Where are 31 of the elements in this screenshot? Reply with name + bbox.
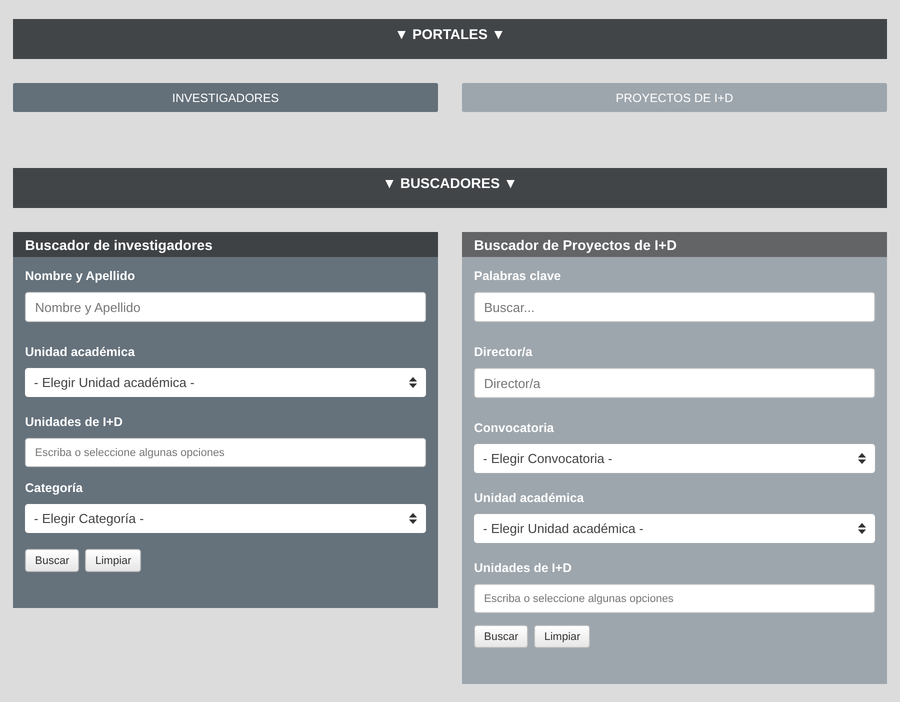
section-header: ▼ PORTALES ▼: [13, 19, 887, 59]
field-label: Unidades de I+D: [25, 415, 124, 429]
field-label: Director/a: [474, 345, 534, 359]
select-field[interactable]: - Elegir Unidad académica -: [474, 514, 875, 543]
sort-icon: [858, 453, 866, 464]
field-label: Convocatoria: [474, 421, 555, 435]
section-header: ▼ BUSCADORES ▼: [13, 168, 887, 208]
field-label: Nombre y Apellido: [25, 269, 136, 283]
input-field[interactable]: Buscar...: [474, 292, 875, 322]
select-field[interactable]: - Elegir Categoría -: [25, 504, 426, 533]
input-field[interactable]: Escriba o seleccione algunas opciones: [474, 584, 875, 613]
sort-icon: [858, 523, 866, 534]
input-field[interactable]: Escriba o seleccione algunas opciones: [25, 438, 426, 467]
field-label: Unidad académica: [25, 345, 136, 359]
select-field[interactable]: - Elegir Unidad académica -: [25, 368, 426, 397]
action-button[interactable]: Buscar: [25, 549, 80, 572]
field-label: Unidad académica: [474, 491, 585, 505]
select-field[interactable]: - Elegir Convocatoria -: [474, 444, 875, 473]
action-button[interactable]: Limpiar: [534, 625, 590, 648]
action-button[interactable]: Limpiar: [85, 549, 142, 572]
panel-title: Buscador de Proyectos de I+D: [462, 232, 887, 257]
sort-icon: [409, 377, 417, 388]
field-label: Categoría: [25, 481, 84, 495]
portal-button[interactable]: INVESTIGADORES: [13, 83, 438, 112]
action-button[interactable]: Buscar: [474, 625, 528, 648]
input-field[interactable]: Nombre y Apellido: [25, 292, 426, 322]
panel-title: Buscador de investigadores: [13, 232, 438, 257]
sort-icon: [409, 513, 417, 524]
field-label: Unidades de I+D: [474, 561, 573, 575]
input-field[interactable]: Director/a: [474, 368, 875, 398]
field-label: Palabras clave: [474, 269, 562, 283]
